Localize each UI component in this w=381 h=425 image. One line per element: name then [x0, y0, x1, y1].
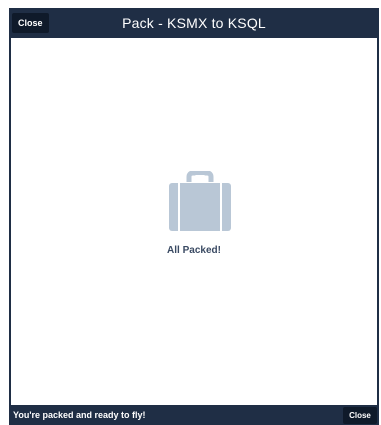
title-bar: Close Pack - KSMX to KSQL [9, 8, 379, 38]
dialog-title: Pack - KSMX to KSQL [122, 15, 266, 31]
status-text: You're packed and ready to fly! [13, 410, 146, 420]
pack-dialog: Close Pack - KSMX to KSQL All Packed! Yo… [9, 8, 379, 425]
suitcase-icon [169, 171, 231, 231]
status-bar: You're packed and ready to fly! Close [9, 405, 379, 425]
footer-close-button[interactable]: Close [343, 407, 377, 424]
content-area: All Packed! [9, 38, 379, 405]
close-button[interactable]: Close [12, 13, 49, 33]
all-packed-message: All Packed! [167, 245, 221, 256]
